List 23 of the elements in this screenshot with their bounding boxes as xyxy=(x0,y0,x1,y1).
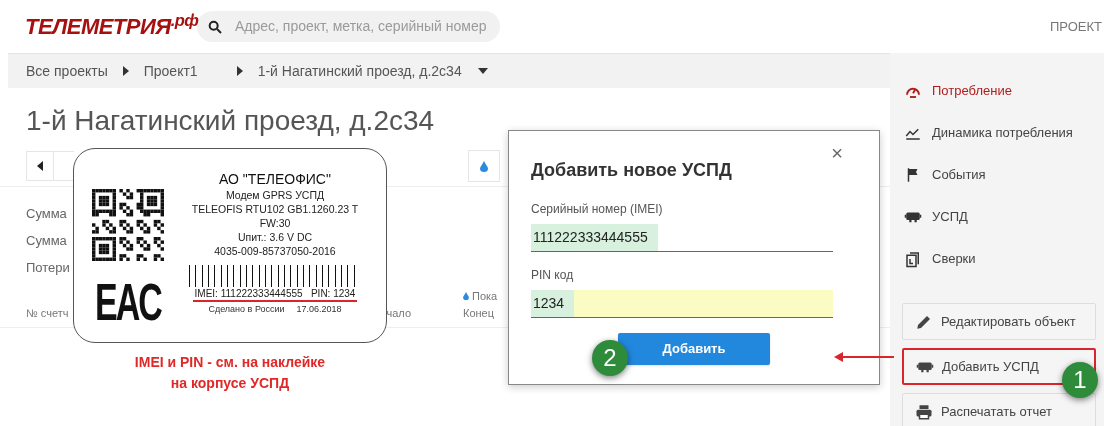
summary-label: Сумма xyxy=(26,232,67,250)
sticker-date: 17.06.2018 xyxy=(296,303,342,316)
column-header: Пока xyxy=(472,289,498,304)
summary-label: Потери xyxy=(26,259,70,277)
field-label: Серийный номер (IMEI) xyxy=(531,201,664,218)
sticker-text: FW:30 xyxy=(259,216,291,230)
column-header: № счетч xyxy=(26,305,69,321)
dialog-title: Добавить новое УСПД xyxy=(531,159,733,182)
page-title: 1-й Нагатинский проезд, д.2с34 xyxy=(25,104,436,138)
annotation-caption: на корпусе УСПД xyxy=(170,374,290,393)
sticker-text: TELEOFIS RTU102 GB1.1260.23 T xyxy=(191,202,359,216)
column-header: чало xyxy=(386,305,411,321)
sticker-text: 4035-009-85737050-2016 xyxy=(214,244,336,258)
sticker-imei-pin: IMEI: 111222333444555 PIN: 1234 xyxy=(192,287,358,302)
sticker-text: Сделано в России xyxy=(208,303,285,316)
eac-mark: EAC xyxy=(95,276,161,328)
column-header: Конец xyxy=(463,305,496,321)
field-label: PIN код xyxy=(531,267,575,284)
annotation-caption: IMEI и PIN - см. на наклейке xyxy=(134,353,326,372)
summary-label: Сумма xyxy=(26,205,67,223)
sticker-text: Uпит.: 3.6 V DC xyxy=(237,230,313,244)
sticker-text: Модем GPRS УСПД xyxy=(225,188,325,202)
sticker-company: АО "ТЕЛЕОФИС" xyxy=(219,171,331,188)
